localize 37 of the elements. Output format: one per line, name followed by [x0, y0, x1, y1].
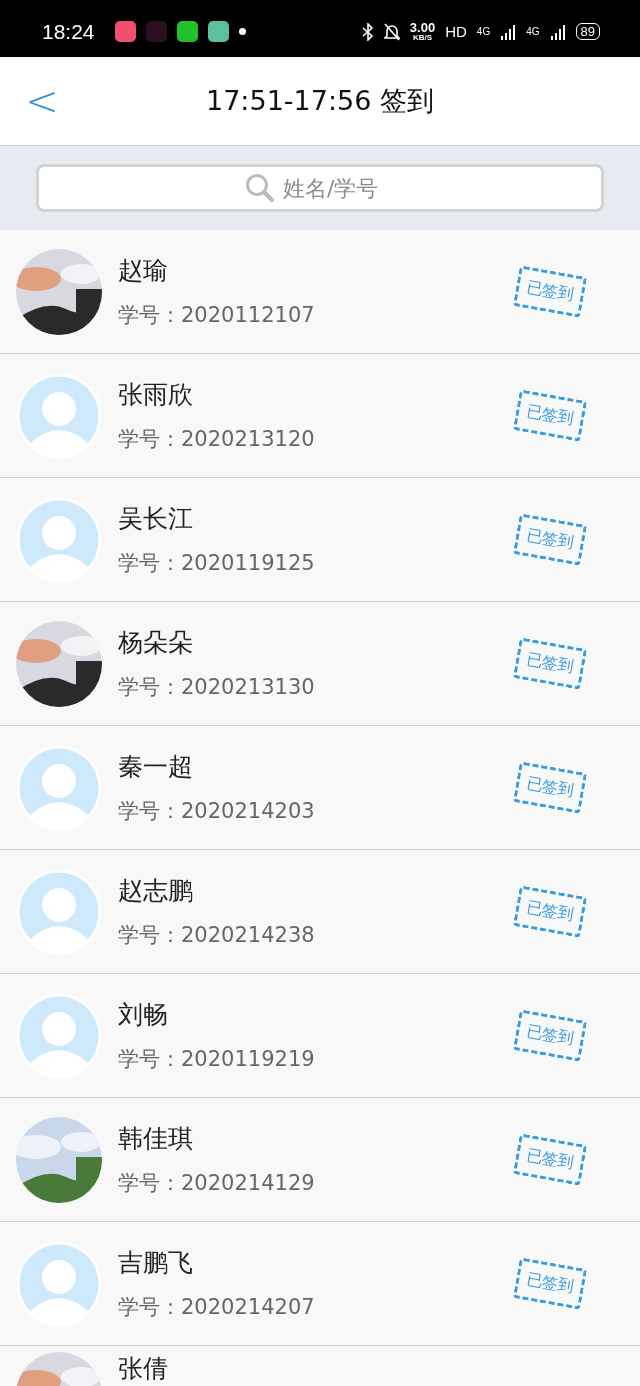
student-id: 学号：2020214238: [118, 922, 316, 949]
student-id: 学号：2020214203: [118, 798, 316, 825]
signed-stamp: 已签到: [512, 761, 588, 814]
signed-stamp: 已签到: [512, 513, 588, 566]
student-name: 杨朵朵: [118, 627, 194, 659]
student-id: 学号：2020112107: [118, 302, 316, 329]
battery-level: 89: [575, 23, 600, 40]
student-id: 学号：2020213120: [118, 426, 316, 453]
student-name: 吴长江: [118, 503, 194, 535]
student-name: 吉鹏飞: [118, 1247, 194, 1279]
status-time: 18:24: [42, 19, 95, 44]
signed-stamp: 已签到: [512, 1133, 588, 1186]
student-name: 张雨欣: [118, 379, 194, 411]
student-name: 秦一超: [118, 751, 194, 783]
student-name: 赵志鹏: [118, 875, 194, 907]
student-name: 刘畅: [118, 999, 169, 1031]
signed-stamp: 已签到: [512, 1257, 588, 1310]
student-id: 学号：2020213130: [118, 674, 316, 701]
search-field[interactable]: 姓名/学号: [36, 164, 604, 212]
signed-stamp: 已签到: [512, 885, 588, 938]
hd-label: HD: [445, 23, 467, 40]
signed-stamp: 已签到: [512, 637, 588, 690]
signed-stamp: 已签到: [512, 1009, 588, 1062]
student-id: 学号：2020119219: [118, 1046, 316, 1073]
signed-stamp: 已签到: [512, 265, 588, 318]
network-label: 4G: [526, 26, 540, 37]
student-name: 赵瑜: [118, 255, 169, 287]
student-name: 韩佳琪: [118, 1123, 194, 1155]
speed-value: 3.00: [409, 21, 436, 34]
student-id: 学号：2020119125: [118, 550, 316, 577]
student-name: 张倩: [118, 1353, 169, 1385]
speed-unit: KB/S: [412, 34, 433, 42]
network-label: 4G: [476, 26, 491, 37]
student-id: 学号：2020214207: [118, 1294, 316, 1321]
page-title: 17:51-17:56 签到: [205, 84, 435, 118]
student-id: 学号：2020214129: [118, 1170, 316, 1197]
signed-stamp: 已签到: [512, 389, 588, 442]
